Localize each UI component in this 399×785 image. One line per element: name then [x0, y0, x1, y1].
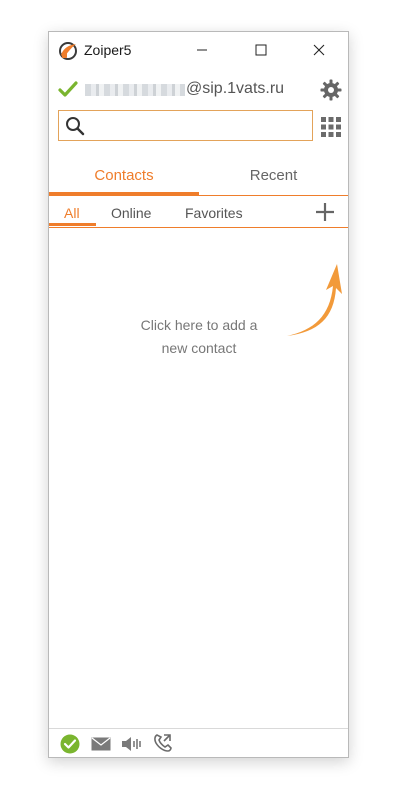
contact-filter-tabs: All Online Favorites [49, 196, 348, 228]
call-forward-icon[interactable] [153, 733, 173, 753]
maximize-button[interactable] [238, 32, 284, 68]
tab-recent[interactable]: Recent [199, 161, 348, 195]
main-tabs: Contacts Recent [49, 161, 348, 196]
close-button[interactable] [296, 32, 342, 68]
dialpad-button[interactable] [320, 116, 342, 138]
filter-tab-favorites[interactable]: Favorites [185, 205, 243, 221]
dialpad-icon [321, 117, 341, 137]
window-title: Zoiper5 [84, 42, 132, 58]
minimize-button[interactable] [179, 32, 225, 68]
close-icon [313, 44, 325, 56]
account-domain: @sip.1vats.ru [186, 80, 285, 97]
filter-tab-online[interactable]: Online [111, 205, 151, 221]
account-username-redacted [85, 84, 185, 96]
active-filter-indicator [49, 223, 96, 226]
add-contact-button[interactable] [314, 201, 336, 223]
mail-icon[interactable] [91, 737, 111, 751]
tab-contacts[interactable]: Contacts [49, 161, 199, 195]
search-input[interactable] [91, 114, 310, 139]
title-bar: Zoiper5 [49, 32, 348, 68]
hint-line-2: new contact [161, 340, 237, 356]
hint-arrow-icon [287, 264, 342, 336]
status-online-icon[interactable] [60, 734, 80, 754]
gear-icon [320, 79, 342, 101]
zoiper-logo-icon [59, 42, 77, 60]
plus-icon [316, 203, 334, 221]
contacts-list-area: Click here to add a new contact [49, 228, 348, 728]
check-icon [58, 81, 78, 97]
zoiper-window: Zoiper5 @sip.1vats.ru Contacts Recent Al… [48, 31, 349, 758]
settings-button[interactable] [319, 78, 343, 102]
minimize-icon [197, 49, 207, 51]
account-row: @sip.1vats.ru [49, 76, 348, 104]
search-box [58, 110, 313, 141]
maximize-icon [255, 44, 267, 56]
speaker-icon[interactable] [121, 736, 143, 752]
hint-line-1: Click here to add a [140, 317, 258, 333]
bottom-status-bar [49, 728, 348, 758]
empty-contacts-hint[interactable]: Click here to add a new contact [109, 314, 289, 360]
search-icon [66, 117, 85, 136]
filter-tab-all[interactable]: All [64, 205, 80, 221]
